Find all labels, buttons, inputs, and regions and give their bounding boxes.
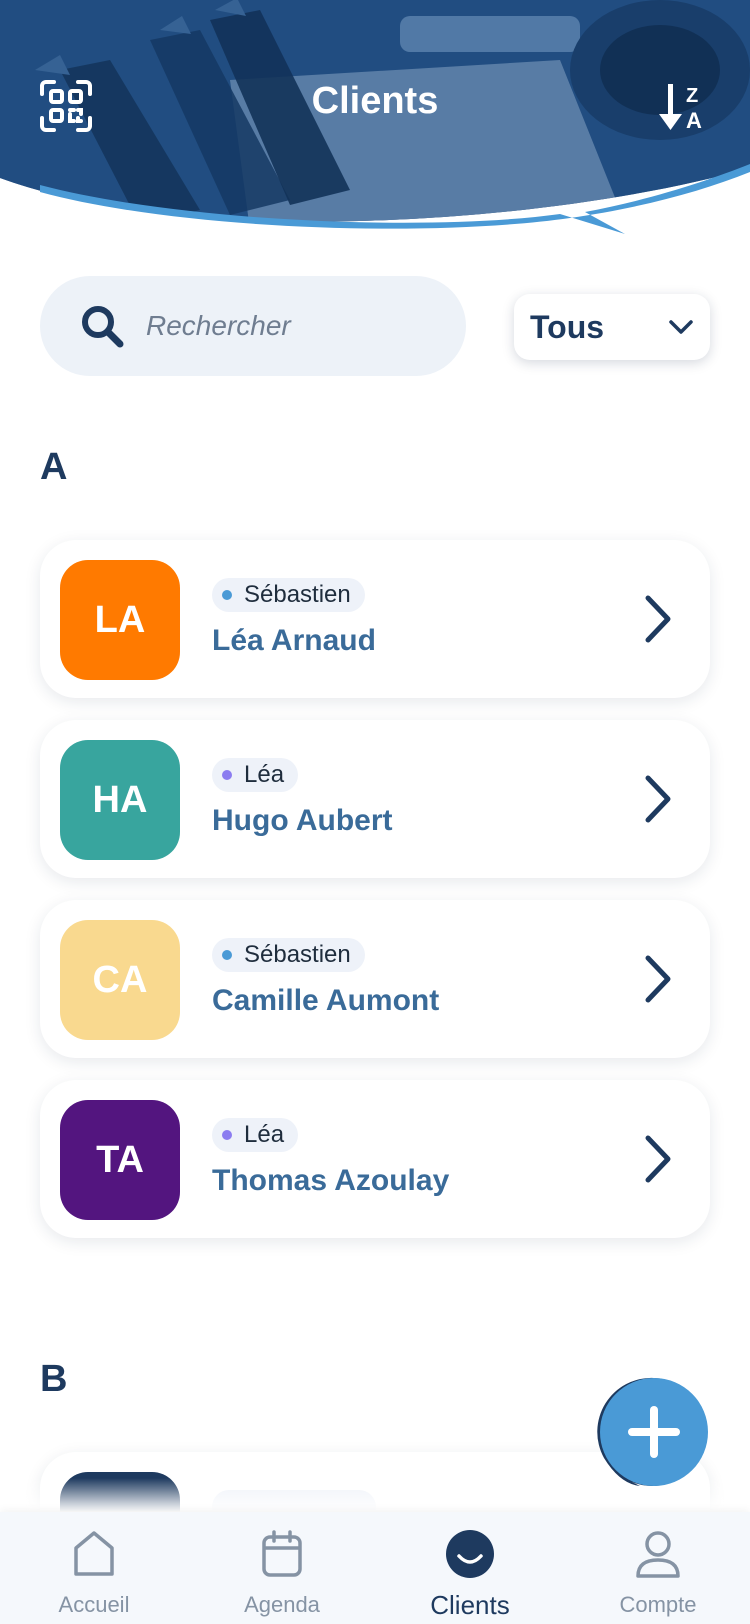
user-icon: [636, 1531, 680, 1578]
section-header-b: B: [40, 1358, 68, 1400]
search-icon: [82, 306, 124, 348]
sort-button[interactable]: Z A: [652, 74, 716, 138]
artist-name: Léa: [244, 761, 285, 788]
tab-label: Accueil: [58, 1592, 130, 1617]
artist-name: Sébastien: [244, 581, 351, 608]
search-input[interactable]: Rechercher: [146, 310, 291, 342]
add-client-button-shape: [597, 1377, 708, 1486]
sort-z-a-icon: Z A: [659, 84, 702, 133]
artist-dot: [222, 950, 232, 960]
avatar: LA: [60, 560, 180, 680]
tab-label: Agenda: [244, 1592, 320, 1617]
artist-name: Sébastien: [244, 941, 351, 968]
chevron-right-icon: [645, 775, 671, 823]
avatar: CA: [60, 920, 180, 1040]
page-title: Clients: [311, 80, 439, 122]
artist-name: Léa: [244, 1121, 285, 1148]
chevron-right-icon: [645, 1135, 671, 1183]
avatar: TA: [60, 1100, 180, 1220]
search-bar[interactable]: Rechercher: [40, 276, 466, 376]
client-name: Thomas Azoulay: [212, 1164, 450, 1197]
home-icon: [74, 1531, 114, 1576]
client-name: Camille Aumont: [212, 984, 440, 1017]
client-card[interactable]: LA Sébastien Léa Arnaud: [40, 540, 710, 698]
artist-dot: [222, 1130, 232, 1140]
artist-filter-select[interactable]: Tous: [514, 294, 710, 360]
artist-dot: [222, 590, 232, 600]
artist-badge: Sébastien: [212, 578, 365, 612]
tab-label: Clients: [430, 1590, 510, 1620]
tab-label: Compte: [619, 1592, 697, 1617]
calendar-icon: [262, 1530, 302, 1577]
svg-text:A: A: [686, 108, 702, 133]
chevron-right-icon: [645, 955, 671, 1003]
client-card[interactable]: HA Léa Hugo Aubert: [40, 720, 710, 878]
tab-accueil[interactable]: Accueil: [0, 1512, 188, 1624]
client-card[interactable]: CA Sébastien Camille Aumont: [40, 900, 710, 1058]
filter-selected-value: Tous: [530, 308, 605, 345]
chevron-down-icon: [669, 320, 693, 334]
chevron-right-icon: [645, 595, 671, 643]
tab-compte[interactable]: Compte: [564, 1512, 750, 1624]
avatar: HA: [60, 740, 180, 860]
section-header-a: A: [40, 446, 68, 488]
client-card[interactable]: TA Léa Thomas Azoulay: [40, 1080, 710, 1238]
add-client-button[interactable]: [596, 1374, 712, 1490]
artist-badge: Léa: [212, 758, 299, 792]
svg-text:Z: Z: [686, 85, 698, 107]
header-banner: Clients Z A: [0, 0, 750, 240]
client-name: Hugo Aubert: [212, 804, 393, 837]
tab-clients[interactable]: Clients: [376, 1512, 564, 1624]
bottom-tab-bar: Accueil Agenda Clients Compte: [0, 1512, 750, 1624]
smile-icon: [446, 1530, 494, 1578]
client-name: Léa Arnaud: [212, 624, 376, 657]
artist-dot: [222, 770, 232, 780]
tab-agenda[interactable]: Agenda: [188, 1512, 376, 1624]
artist-badge: Léa: [212, 1118, 299, 1152]
artist-badge: Sébastien: [212, 938, 365, 972]
